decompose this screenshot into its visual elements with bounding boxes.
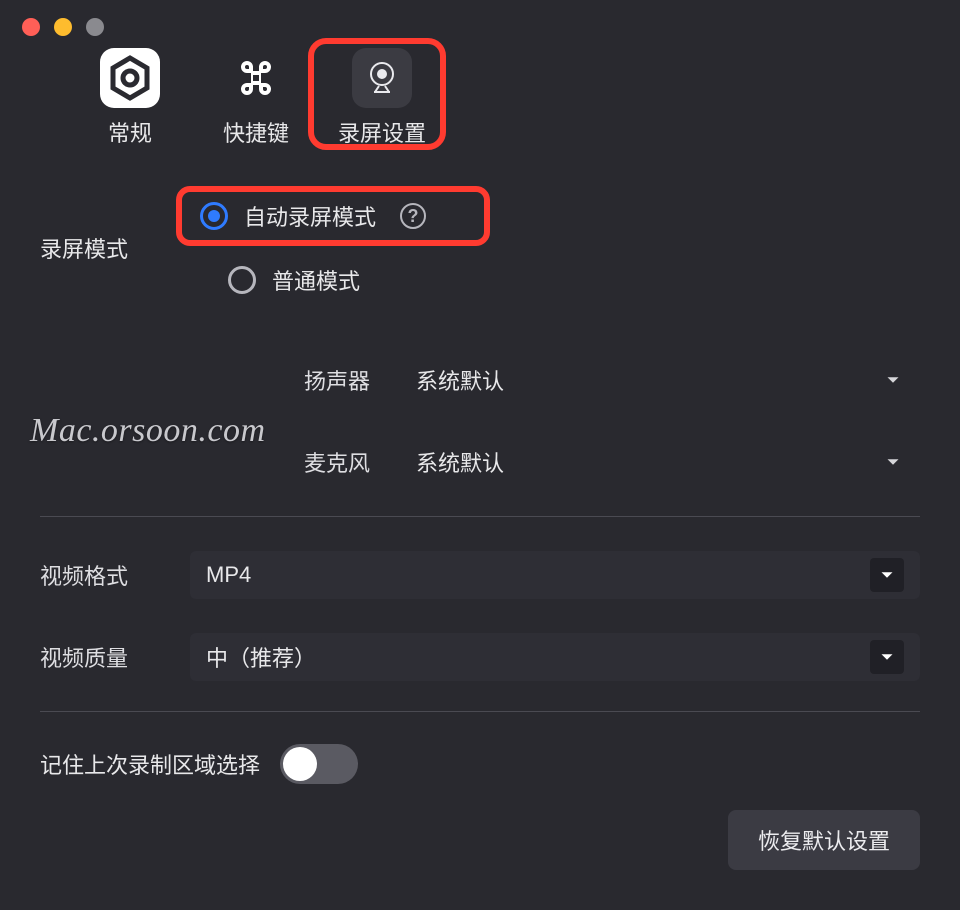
command-icon — [226, 48, 286, 108]
recording-mode-options: 自动录屏模式 ? 普通模式 — [200, 200, 426, 296]
recording-mode-label: 录屏模式 — [40, 232, 160, 264]
radio-icon — [200, 202, 228, 230]
separator — [40, 711, 920, 712]
tab-general[interactable]: 常规 — [80, 48, 180, 148]
video-format-label: 视频格式 — [40, 559, 190, 591]
speaker-select[interactable]: 系统默认 — [400, 356, 920, 404]
help-icon[interactable]: ? — [400, 203, 426, 229]
video-quality-value: 中（推荐） — [206, 641, 316, 673]
chevron-down-icon — [870, 640, 904, 674]
zoom-window-icon[interactable] — [86, 18, 104, 36]
window-controls — [22, 18, 104, 36]
settings-content: 录屏模式 自动录屏模式 ? 普通模式 扬声器 系统默认 — [0, 180, 960, 910]
radio-normal-mode[interactable]: 普通模式 — [228, 264, 426, 296]
remember-region-label: 记住上次录制区域选择 — [40, 748, 260, 780]
radio-auto-mode-label: 自动录屏模式 — [244, 200, 376, 232]
radio-auto-mode[interactable]: 自动录屏模式 ? — [200, 200, 426, 232]
radio-icon — [228, 266, 256, 294]
tab-recording-label: 录屏设置 — [338, 116, 426, 148]
tab-recording[interactable]: 录屏设置 — [332, 48, 432, 148]
speaker-row: 扬声器 系统默认 — [40, 356, 920, 404]
tab-shortcut-label: 快捷键 — [223, 116, 289, 148]
webcam-icon — [352, 48, 412, 108]
minimize-window-icon[interactable] — [54, 18, 72, 36]
video-format-row: 视频格式 MP4 — [40, 551, 920, 599]
remember-region-row: 记住上次录制区域选择 — [40, 744, 920, 784]
recording-mode-row: 录屏模式 自动录屏模式 ? 普通模式 — [40, 200, 920, 296]
video-quality-select[interactable]: 中（推荐） — [190, 633, 920, 681]
toggle-knob — [283, 747, 317, 781]
settings-tabs: 常规 快捷键 录屏设置 — [80, 48, 432, 148]
video-quality-row: 视频质量 中（推荐） — [40, 633, 920, 681]
speaker-value: 系统默认 — [416, 364, 504, 396]
close-window-icon[interactable] — [22, 18, 40, 36]
settings-window: 常规 快捷键 录屏设置 录屏模式 — [0, 0, 960, 910]
gear-hex-icon — [100, 48, 160, 108]
tab-general-label: 常规 — [108, 116, 152, 148]
mic-label: 麦克风 — [40, 446, 400, 478]
chevron-down-icon — [870, 558, 904, 592]
chevron-down-icon — [882, 369, 904, 391]
video-format-select[interactable]: MP4 — [190, 551, 920, 599]
speaker-label: 扬声器 — [40, 364, 400, 396]
separator — [40, 516, 920, 517]
tab-shortcut[interactable]: 快捷键 — [206, 48, 306, 148]
video-format-value: MP4 — [206, 562, 251, 588]
mic-row: 麦克风 系统默认 — [40, 438, 920, 486]
video-quality-label: 视频质量 — [40, 641, 190, 673]
chevron-down-icon — [882, 451, 904, 473]
footer: 恢复默认设置 — [728, 810, 920, 870]
remember-region-toggle[interactable] — [280, 744, 358, 784]
mic-select[interactable]: 系统默认 — [400, 438, 920, 486]
restore-defaults-button[interactable]: 恢复默认设置 — [728, 810, 920, 870]
radio-normal-mode-label: 普通模式 — [272, 264, 360, 296]
mic-value: 系统默认 — [416, 446, 504, 478]
